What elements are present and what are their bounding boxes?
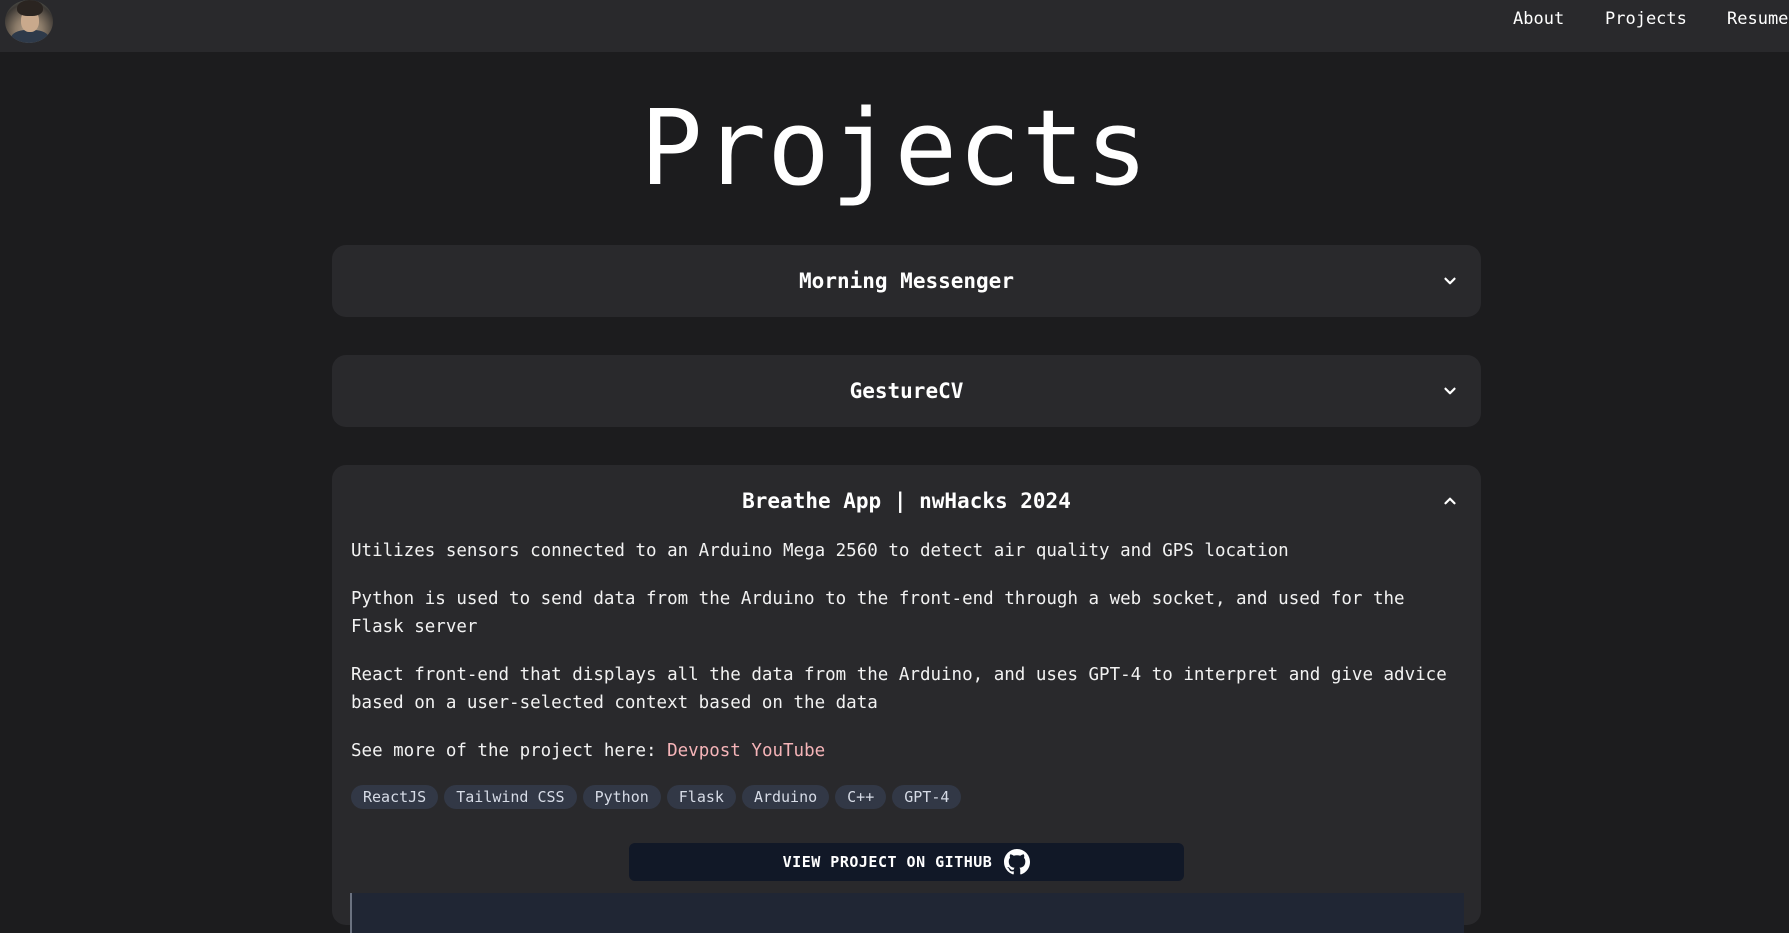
chevron-down-icon[interactable] — [1441, 382, 1459, 400]
tech-tag: Flask — [666, 785, 736, 809]
devpost-link[interactable]: Devpost — [667, 741, 741, 761]
project-title: Morning Messenger — [799, 269, 1014, 293]
tech-tag: GPT-4 — [892, 785, 962, 809]
project-paragraph: Python is used to send data from the Ard… — [351, 589, 1405, 637]
see-more-label: See more of the project here: — [351, 741, 657, 761]
youtube-link[interactable]: YouTube — [751, 741, 825, 761]
project-title: Breathe App | nwHacks 2024 — [742, 489, 1071, 513]
project-card-header[interactable]: Morning Messenger — [332, 245, 1481, 317]
chevron-down-icon[interactable] — [1441, 272, 1459, 290]
nav-link-about[interactable]: About — [1513, 9, 1564, 29]
tech-tag: C++ — [835, 785, 887, 809]
project-description: Utilizes sensors connected to an Arduino… — [332, 537, 1481, 809]
avatar[interactable] — [5, 0, 53, 43]
project-paragraph: React front-end that displays all the da… — [351, 665, 1447, 713]
nav-link-projects[interactable]: Projects — [1605, 9, 1687, 29]
project-card-gesturecv: GestureCV — [332, 355, 1481, 427]
project-preview-frame — [350, 893, 1464, 933]
see-more-line: See more of the project here: Devpost Yo… — [351, 737, 1462, 765]
github-icon — [1004, 849, 1031, 875]
github-button-label: VIEW PROJECT ON GITHUB — [782, 853, 993, 871]
tech-tag: Python — [582, 785, 661, 809]
top-navbar: About Projects Resume — [0, 0, 1789, 52]
tech-tag: Arduino — [741, 785, 830, 809]
tech-tags: ReactJS Tailwind CSS Python Flask Arduin… — [351, 785, 1462, 809]
tech-tag: ReactJS — [351, 785, 439, 809]
project-card-morning-messenger: Morning Messenger — [332, 245, 1481, 317]
project-card-header[interactable]: GestureCV — [332, 355, 1481, 427]
project-card-breathe-app: Breathe App | nwHacks 2024 Utilizes sens… — [332, 465, 1481, 933]
project-paragraph: Utilizes sensors connected to an Arduino… — [351, 541, 1289, 561]
project-title: GestureCV — [849, 379, 964, 403]
nav-link-resume[interactable]: Resume — [1727, 9, 1788, 29]
view-on-github-button[interactable]: VIEW PROJECT ON GITHUB — [629, 843, 1184, 881]
tech-tag: Tailwind CSS — [444, 785, 577, 809]
project-card-header[interactable]: Breathe App | nwHacks 2024 — [332, 465, 1481, 537]
page-title: Projects — [640, 87, 1149, 209]
chevron-up-icon[interactable] — [1441, 492, 1459, 510]
avatar-hair — [17, 0, 43, 16]
